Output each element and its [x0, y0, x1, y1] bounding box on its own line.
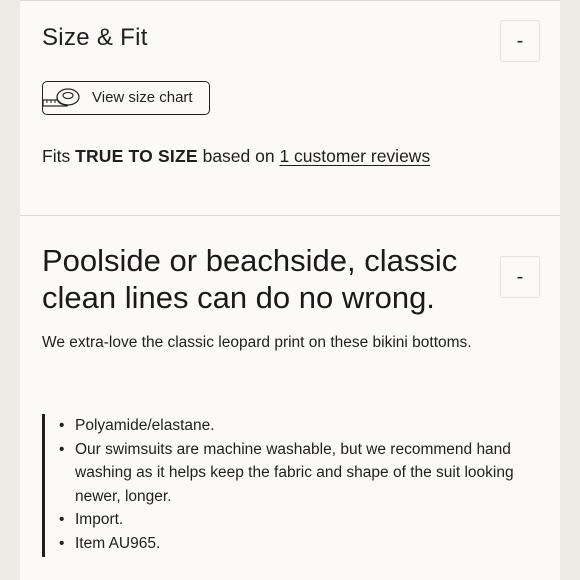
list-item: Our swimsuits are machine washable, but …: [59, 438, 525, 509]
view-size-chart-button[interactable]: View size chart: [42, 81, 210, 115]
fit-value: TRUE TO SIZE: [75, 146, 198, 166]
customer-reviews-link[interactable]: 1 customer reviews: [279, 146, 430, 166]
details-description: We extra-love the classic leopard print …: [42, 334, 472, 351]
product-info-panel: Size & Fit - View size chart Fits TRUE T…: [20, 0, 560, 580]
fit-prefix: Fits: [42, 146, 76, 166]
size-fit-collapse-button[interactable]: -: [500, 20, 540, 62]
details-list: Polyamide/elastane. Our swimsuits are ma…: [45, 414, 525, 555]
details-list-block: Polyamide/elastane. Our swimsuits are ma…: [42, 414, 525, 557]
details-headline: Poolside or beachside, classic clean lin…: [42, 243, 458, 315]
fit-summary: Fits TRUE TO SIZE based on 1 customer re…: [42, 146, 430, 167]
view-size-chart-label: View size chart: [92, 89, 193, 106]
fit-middle: based on: [197, 146, 280, 166]
list-item: Import.: [59, 508, 525, 532]
list-item: Polyamide/elastane.: [59, 414, 525, 438]
divider: [20, 215, 560, 216]
divider: [20, 0, 560, 1]
size-fit-title: Size & Fit: [42, 24, 148, 51]
tape-measure-icon: [42, 88, 80, 107]
list-item: Item AU965.: [59, 532, 525, 556]
details-collapse-button[interactable]: -: [500, 256, 540, 298]
